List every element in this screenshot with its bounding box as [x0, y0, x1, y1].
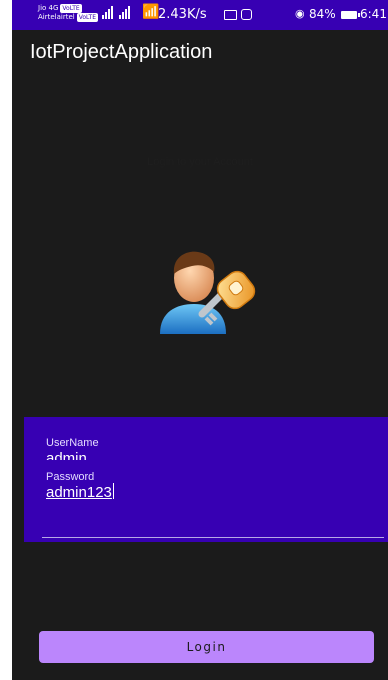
network-speed: 2.43K/s — [158, 7, 207, 22]
password-underline — [42, 537, 384, 538]
carrier-1: Jio 4G — [38, 4, 59, 12]
password-text: admin123 — [46, 484, 112, 501]
phone-screen: Jio 4G VoLTE Airtelairtel VoLTE 📶 2.43K/s … — [12, 0, 388, 680]
login-button[interactable]: Login — [39, 631, 374, 663]
password-input[interactable]: admin123 — [46, 483, 114, 501]
battery-percent: 84% — [309, 7, 336, 21]
battery-icon — [341, 11, 360, 19]
network-tag: VoLTE — [60, 4, 82, 13]
login-subtitle: Login to your Account — [147, 156, 253, 168]
cast-icon — [224, 10, 237, 20]
status-time: 6:41 — [360, 7, 387, 21]
user-key-icon — [160, 251, 256, 334]
signal-icon — [102, 6, 130, 19]
username-label: UserName — [46, 437, 99, 449]
text-cursor — [112, 483, 114, 499]
status-bar: Jio 4G VoLTE Airtelairtel VoLTE 📶 2.43K/s … — [12, 0, 388, 30]
app-title: IotProjectApplication — [30, 41, 213, 63]
network-tag-2: VoLTE — [76, 13, 99, 22]
eye-comfort-icon: ◉ — [295, 7, 305, 20]
carrier-2: Airtelairtel — [38, 13, 75, 21]
carrier-info: Jio 4G VoLTE Airtelairtel VoLTE — [38, 4, 99, 22]
password-label: Password — [46, 471, 95, 483]
instagram-icon — [241, 9, 252, 20]
wifi-icon: 📶 — [142, 4, 160, 20]
